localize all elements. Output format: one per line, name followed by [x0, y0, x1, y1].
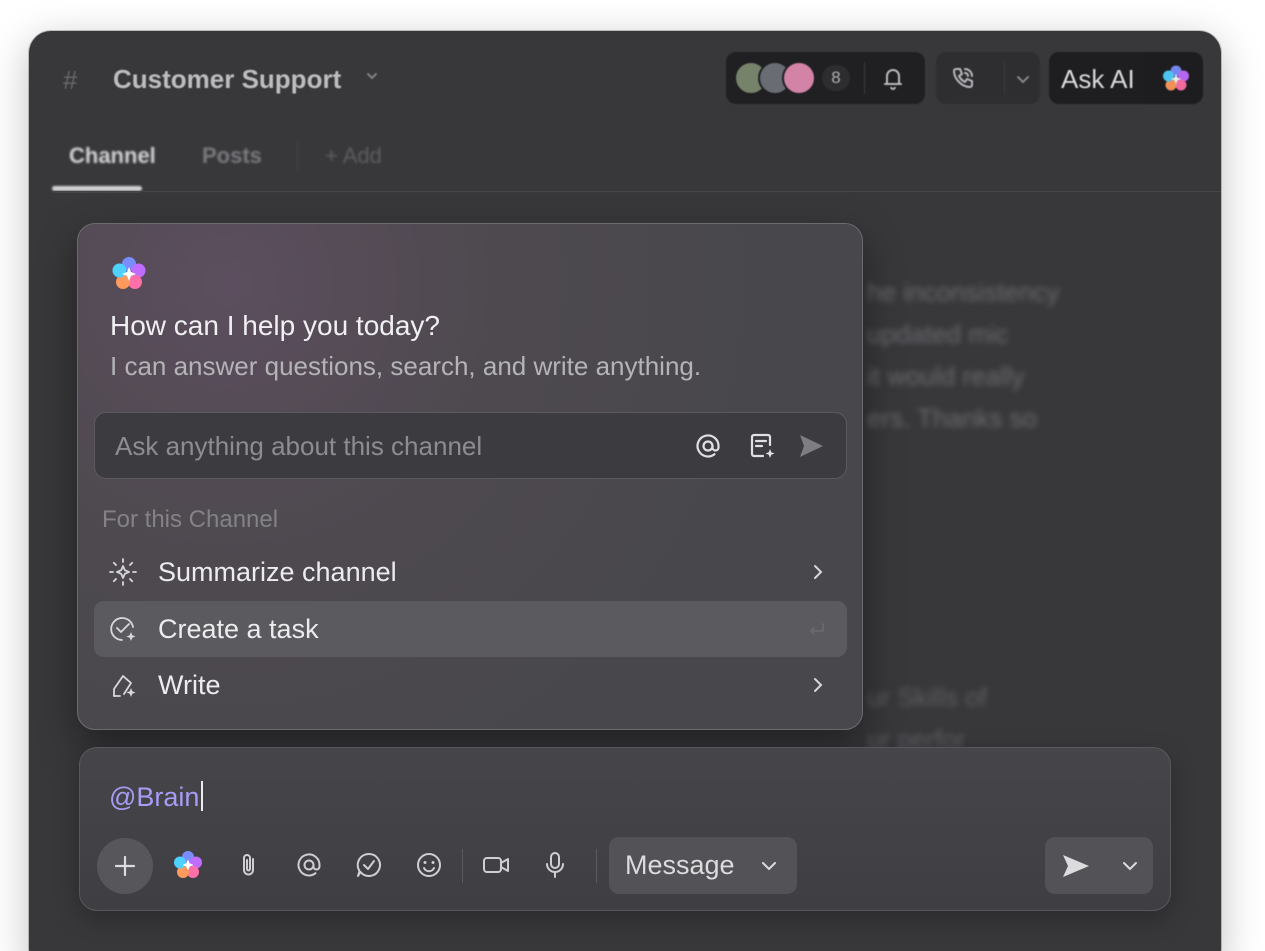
menu-item-summarize-channel[interactable]: Summarize channel: [94, 544, 847, 600]
avatar: [782, 61, 816, 95]
message-text-blurred: he inconsistency updated mic it would re…: [867, 271, 1187, 439]
phone-icon: [953, 68, 973, 88]
send-icon: [1063, 855, 1089, 877]
message-type-select[interactable]: Message: [609, 837, 797, 894]
send-button[interactable]: [1045, 837, 1153, 894]
message-type-label: Message: [625, 850, 735, 880]
ai-assistant-popup: How can I help you today? I can answer q…: [77, 223, 863, 730]
divider: [596, 849, 597, 883]
divider: [297, 141, 298, 171]
message-line: updated mic: [867, 319, 1009, 349]
popup-title: How can I help you today?: [110, 310, 440, 341]
enter-icon: [810, 623, 824, 635]
channel-header: # Customer Support 8 Ask AI: [29, 31, 1221, 131]
ask-ai-label: Ask AI: [1061, 64, 1135, 94]
ask-ai-button[interactable]: Ask AI: [1049, 52, 1203, 104]
mention-text: @Brain: [109, 782, 200, 812]
task-check-icon: [110, 617, 136, 641]
comment-check-icon[interactable]: [353, 849, 385, 881]
menu-item-label: Summarize channel: [158, 557, 397, 587]
plus-icon: [114, 855, 136, 877]
send-icon[interactable]: [795, 430, 827, 462]
chevron-right-icon: [814, 565, 823, 579]
chevron-down-icon[interactable]: [365, 69, 379, 88]
mention-icon[interactable]: [293, 849, 325, 881]
microphone-icon[interactable]: [539, 849, 571, 881]
menu-item-write[interactable]: Write: [94, 657, 847, 713]
tab-add[interactable]: + Add: [325, 143, 382, 169]
chevron-down-icon[interactable]: [1119, 855, 1141, 877]
tab-posts[interactable]: Posts: [202, 143, 262, 169]
add-button[interactable]: [97, 838, 153, 894]
menu-item-create-task[interactable]: Create a task: [94, 601, 847, 657]
composer-input[interactable]: @Brain: [109, 781, 204, 813]
chevron-right-icon: [814, 678, 823, 692]
divider: [1004, 62, 1005, 94]
ai-flower-icon[interactable]: [172, 849, 204, 881]
pen-icon: [113, 675, 136, 697]
divider: [52, 191, 1221, 192]
call-button[interactable]: [936, 52, 1040, 104]
tab-bar: Channel Posts + Add: [29, 131, 1221, 193]
ai-doc-icon[interactable]: [746, 430, 778, 462]
divider: [864, 62, 865, 94]
message-line: ers. Thanks so: [867, 403, 1038, 433]
mention-icon[interactable]: [693, 431, 723, 461]
ask-ai-input[interactable]: [115, 427, 675, 465]
ai-flower-icon: [1163, 65, 1189, 91]
channel-title[interactable]: Customer Support: [113, 64, 341, 95]
menu-item-label: Create a task: [158, 614, 319, 644]
video-icon[interactable]: [480, 849, 512, 881]
popup-subtitle: I can answer questions, search, and writ…: [110, 351, 702, 381]
message-line: it would really: [867, 361, 1025, 391]
sparkle-burst-icon: [109, 558, 137, 586]
ask-ai-field[interactable]: [94, 412, 847, 479]
message-line: he inconsistency: [867, 277, 1060, 307]
emoji-icon[interactable]: [413, 849, 445, 881]
divider: [462, 849, 463, 883]
member-count-badge: 8: [822, 65, 850, 91]
paperclip-icon[interactable]: [233, 849, 265, 881]
message-composer[interactable]: @Brain Message: [79, 747, 1171, 911]
text-caret: [201, 781, 204, 811]
message-line: ur Skills of: [867, 682, 987, 712]
menu-item-label: Write: [158, 670, 221, 700]
tab-channel[interactable]: Channel: [69, 143, 156, 169]
chevron-down-icon[interactable]: [1012, 68, 1034, 90]
ai-flower-icon: [112, 257, 146, 289]
members-group[interactable]: 8: [726, 52, 925, 104]
bell-icon[interactable]: [878, 63, 908, 93]
hash-icon: #: [63, 65, 78, 95]
section-label: For this Channel: [102, 506, 279, 533]
chevron-down-icon: [762, 862, 776, 871]
